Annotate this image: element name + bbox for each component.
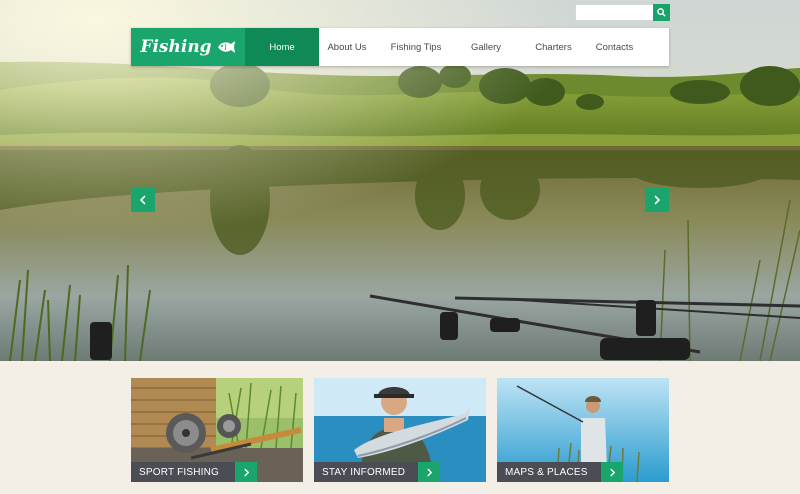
card-sport-fishing[interactable]: SPORT FISHING: [131, 378, 303, 482]
nav-menu: Home About Us Fishing Tips Gallery Chart…: [245, 28, 669, 66]
nav-item-home[interactable]: Home: [245, 28, 319, 66]
card-label: SPORT FISHING: [131, 462, 235, 482]
chevron-right-icon: [426, 468, 432, 476]
card-caption: MAPS & PLACES: [497, 462, 623, 482]
card-more-button[interactable]: [235, 462, 257, 482]
card-more-button[interactable]: [601, 462, 623, 482]
main-navigation: Fishing Home About Us Fishing Tips Galle…: [131, 28, 669, 66]
nav-item-charters[interactable]: Charters: [515, 28, 592, 66]
card-more-button[interactable]: [418, 462, 440, 482]
card-stay-informed[interactable]: STAY INFORMED: [314, 378, 486, 482]
slider-next-button[interactable]: [645, 188, 669, 212]
nav-item-gallery[interactable]: Gallery: [457, 28, 515, 66]
slider-prev-button[interactable]: [131, 188, 155, 212]
search-button[interactable]: [653, 4, 670, 21]
logo-text: Fishing: [140, 37, 212, 57]
site-logo[interactable]: Fishing: [131, 28, 245, 66]
chevron-right-icon: [243, 468, 249, 476]
card-label: MAPS & PLACES: [497, 462, 601, 482]
nav-item-about-us[interactable]: About Us: [319, 28, 375, 66]
chevron-right-icon: [609, 468, 615, 476]
card-caption: SPORT FISHING: [131, 462, 257, 482]
card-maps-places[interactable]: MAPS & PLACES: [497, 378, 669, 482]
chevron-left-icon: [139, 195, 146, 205]
chevron-right-icon: [654, 195, 661, 205]
search-input[interactable]: [575, 4, 653, 21]
card-label: STAY INFORMED: [314, 462, 418, 482]
search-bar: [575, 4, 670, 21]
nav-item-contacts[interactable]: Contacts: [592, 28, 637, 66]
fish-icon: [217, 41, 235, 53]
nav-item-fishing-tips[interactable]: Fishing Tips: [375, 28, 457, 66]
card-caption: STAY INFORMED: [314, 462, 440, 482]
search-icon: [657, 8, 666, 17]
